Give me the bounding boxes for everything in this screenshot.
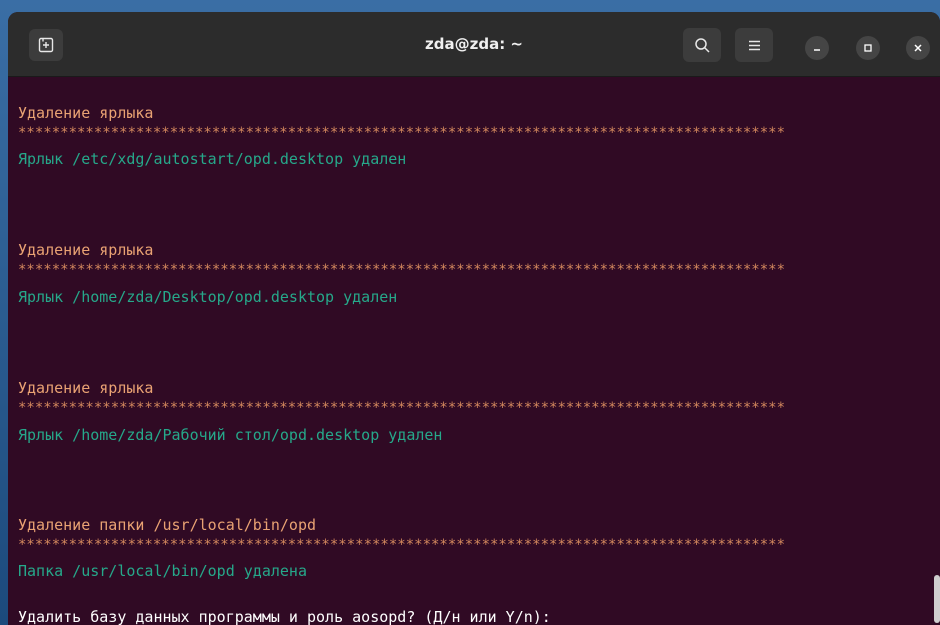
hamburger-menu-icon bbox=[748, 40, 760, 50]
terminal-scrollbar[interactable] bbox=[934, 575, 940, 623]
output-heading: Удаление ярлыка bbox=[18, 104, 154, 122]
output-result: Папка /usr/local/bin/opd удалена bbox=[18, 562, 307, 580]
maximize-button[interactable] bbox=[856, 36, 880, 60]
output-result: Ярлык /etc/xdg/autostart/opd.desktop уда… bbox=[18, 150, 407, 168]
menu-button[interactable] bbox=[735, 28, 773, 62]
output-heading: Удаление ярлыка bbox=[18, 241, 154, 259]
maximize-icon bbox=[864, 44, 872, 52]
output-heading: Удаление ярлыка bbox=[18, 379, 154, 397]
title-bar[interactable]: zda@zda: ~ bbox=[8, 12, 940, 77]
search-button[interactable] bbox=[683, 28, 721, 62]
output-separator: ****************************************… bbox=[18, 125, 786, 141]
minimize-button[interactable] bbox=[805, 36, 829, 60]
new-tab-button[interactable] bbox=[29, 29, 63, 61]
minimize-icon bbox=[814, 49, 820, 51]
close-icon bbox=[914, 44, 922, 52]
output-heading: Удаление папки /usr/local/bin/opd bbox=[18, 516, 317, 534]
close-button[interactable] bbox=[906, 36, 930, 60]
confirmation-prompt: Удалить базу данных программы и роль aos… bbox=[18, 608, 551, 625]
terminal-output[interactable]: Удаление ярлыка ************************… bbox=[8, 77, 940, 625]
window-title: zda@zda: ~ bbox=[425, 35, 523, 53]
search-icon bbox=[694, 37, 710, 53]
output-result: Ярлык /home/zda/Desktop/opd.desktop удал… bbox=[18, 288, 398, 306]
output-separator: ****************************************… bbox=[18, 400, 786, 416]
terminal-window: zda@zda: ~ Удаление ярлыка *************… bbox=[8, 12, 940, 625]
output-result: Ярлык /home/zda/Рабочий стол/opd.desktop… bbox=[18, 426, 443, 444]
output-separator: ****************************************… bbox=[18, 262, 786, 278]
output-separator: ****************************************… bbox=[18, 537, 786, 553]
new-tab-icon bbox=[38, 37, 54, 53]
